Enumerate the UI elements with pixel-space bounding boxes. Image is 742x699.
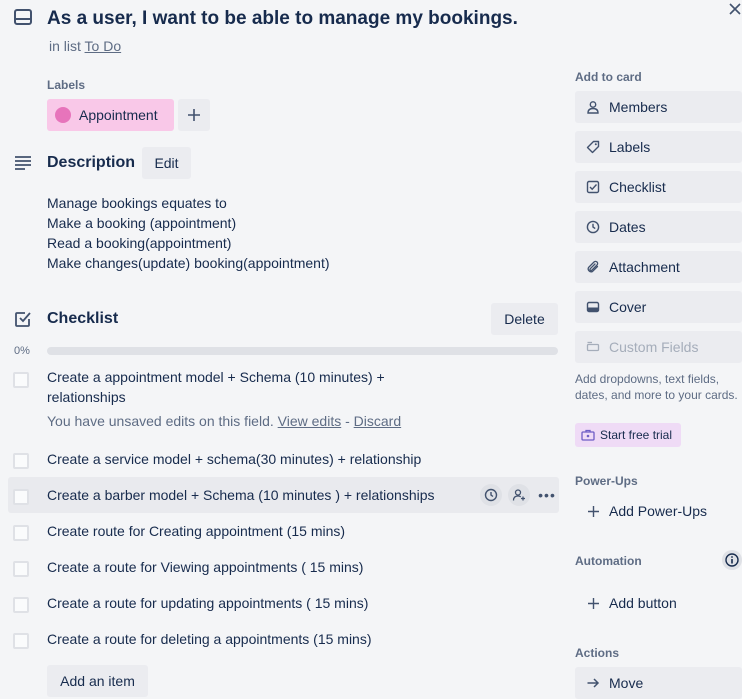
add-power-ups-label: Add Power-Ups	[609, 503, 708, 519]
checklist-label: Checklist	[609, 179, 666, 195]
dates-button[interactable]: Dates	[575, 211, 742, 243]
description-text[interactable]: Manage bookings equates to Make a bookin…	[47, 193, 330, 273]
plus-icon	[587, 597, 599, 609]
labels-heading: Labels	[47, 78, 86, 92]
members-label: Members	[609, 99, 668, 115]
clock-icon	[586, 220, 600, 234]
briefcase-icon	[581, 429, 595, 441]
description-line: Make changes(update) booking(appointment…	[47, 255, 330, 271]
power-ups-heading: Power-Ups	[575, 474, 638, 488]
edit-description-button[interactable]: Edit	[142, 147, 191, 179]
start-free-trial-label: Start free trial	[600, 428, 673, 442]
label-color-dot	[55, 107, 71, 123]
checklist-button[interactable]: Checklist	[575, 171, 742, 203]
add-button-label: Add button	[609, 595, 677, 611]
custom-fields-label: Custom Fields	[609, 339, 699, 355]
custom-fields-icon	[586, 341, 600, 352]
checklist-item-text[interactable]: Create a barber model + Schema (10 minut…	[47, 485, 435, 505]
actions-heading: Actions	[575, 646, 620, 660]
labels-button[interactable]: Labels	[575, 131, 742, 163]
assign-member-button[interactable]	[508, 484, 530, 506]
add-member-icon	[512, 489, 525, 501]
add-to-card-heading: Add to card	[575, 70, 642, 84]
checklist-item-checkbox[interactable]	[13, 372, 29, 388]
progress-percent: 0%	[14, 345, 30, 357]
move-label: Move	[609, 675, 644, 691]
checklist-item-text[interactable]: Create a route for updating appointments…	[47, 593, 368, 613]
person-icon	[587, 101, 599, 114]
description-icon	[15, 156, 31, 170]
attachment-label: Attachment	[609, 259, 680, 275]
members-button[interactable]: Members	[575, 91, 742, 123]
delete-checklist-button[interactable]: Delete	[491, 303, 558, 335]
set-due-date-button[interactable]	[480, 484, 502, 506]
custom-fields-description: Add dropdowns, text fields, dates, and m…	[575, 372, 738, 402]
checklist-icon	[15, 312, 31, 327]
checklist-item-checkbox[interactable]	[13, 561, 29, 577]
label-chip-appointment[interactable]: Appointment	[47, 99, 174, 131]
unsaved-message: You have unsaved edits on this field.	[47, 413, 274, 429]
card-icon	[14, 9, 32, 25]
description-line: Manage bookings equates to	[47, 195, 227, 211]
checklist-item-text[interactable]: Create route for Creating appointment (1…	[47, 521, 345, 541]
move-button[interactable]: Move	[575, 667, 742, 699]
info-glyph	[725, 553, 739, 567]
tag-icon	[586, 140, 600, 154]
discard-link[interactable]: Discard	[354, 413, 401, 429]
add-power-ups-button[interactable]: Add Power-Ups	[575, 495, 742, 527]
start-free-trial-button[interactable]: Start free trial	[575, 423, 681, 447]
checklist-item-text[interactable]: Create a appointment model + Schema (10 …	[47, 367, 417, 407]
progress-bar	[47, 347, 558, 355]
unsaved-edits-notice: You have unsaved edits on this field. Vi…	[47, 413, 401, 429]
checklist-item-checkbox[interactable]	[13, 597, 29, 613]
add-checklist-item-button[interactable]: Add an item	[47, 665, 148, 697]
cover-icon	[586, 301, 600, 313]
checklist-item-checkbox[interactable]	[13, 525, 29, 541]
list-name-link[interactable]: To Do	[85, 38, 122, 54]
arrow-right-icon	[587, 678, 600, 688]
add-automation-button[interactable]: Add button	[575, 587, 742, 619]
in-list-text: in list To Do	[49, 38, 121, 54]
clock-icon	[484, 488, 498, 502]
labels-label: Labels	[609, 139, 651, 155]
info-icon[interactable]	[722, 550, 742, 570]
checklist-item-text[interactable]: Create a service model + schema(30 minut…	[47, 449, 421, 469]
paperclip-icon	[587, 260, 599, 273]
checklist-item-checkbox[interactable]	[13, 489, 29, 505]
description-heading: Description	[47, 154, 136, 171]
checklist-item-checkbox[interactable]	[13, 453, 29, 469]
description-line: Make a booking (appointment)	[47, 215, 237, 231]
dates-label: Dates	[609, 219, 646, 235]
checklist-item-text[interactable]: Create a route for deleting a appointmen…	[47, 629, 372, 649]
add-label-button[interactable]	[178, 99, 210, 131]
in-list-prefix: in list	[49, 38, 81, 54]
custom-fields-button[interactable]: Custom Fields	[575, 331, 742, 363]
automation-heading: Automation	[575, 554, 642, 568]
unsaved-separator: -	[345, 413, 350, 429]
plus-icon	[188, 109, 200, 121]
label-name: Appointment	[79, 107, 158, 123]
checklist-item-checkbox[interactable]	[13, 633, 29, 649]
close-icon[interactable]	[726, 0, 742, 18]
cover-label: Cover	[609, 299, 647, 315]
view-edits-link[interactable]: View edits	[278, 413, 342, 429]
cover-button[interactable]: Cover	[575, 291, 742, 323]
checklist-item-text[interactable]: Create a route for Viewing appointments …	[47, 557, 363, 577]
card-title[interactable]: As a user, I want to be able to manage m…	[47, 8, 518, 30]
more-options-icon[interactable]: •••	[538, 484, 556, 506]
plus-icon	[587, 505, 599, 517]
attachment-button[interactable]: Attachment	[575, 251, 742, 283]
checklist-icon	[586, 180, 600, 194]
checklist-heading: Checklist	[47, 310, 119, 327]
description-line: Read a booking(appointment)	[47, 235, 232, 251]
